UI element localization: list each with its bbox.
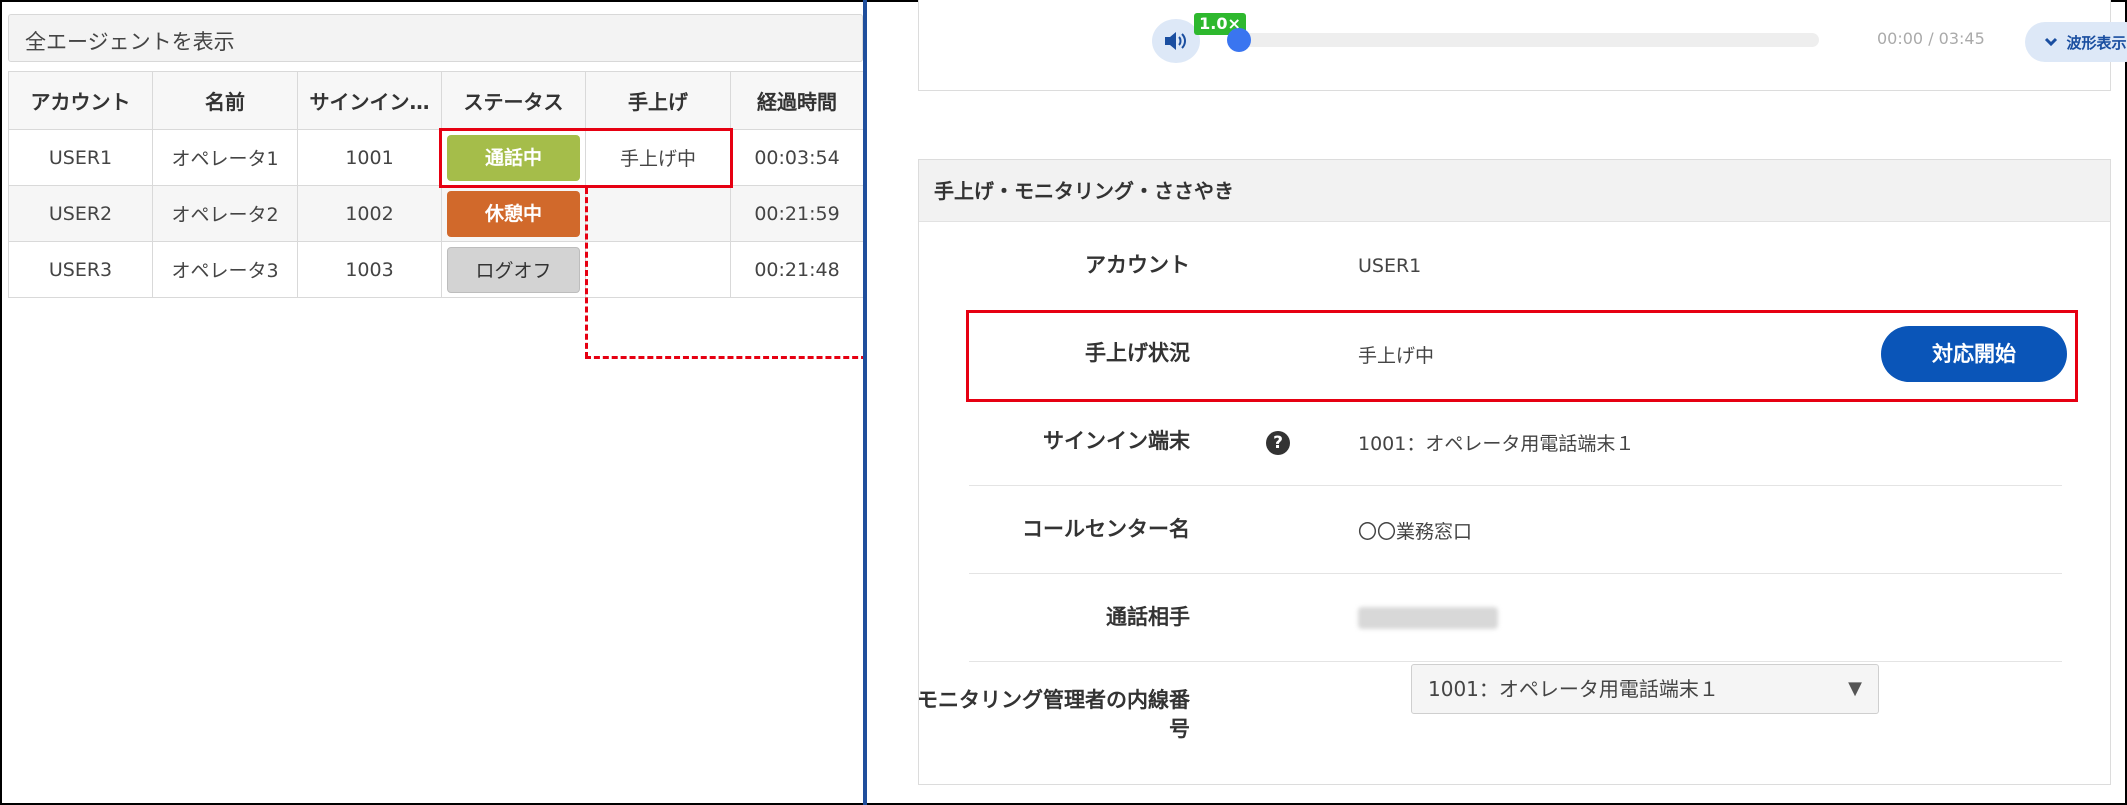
- column-header-name[interactable]: 名前: [152, 71, 298, 130]
- monitor-extension-value: 1001：オペレータ用電話端末１: [1428, 677, 1719, 701]
- volume-icon: [1165, 32, 1186, 50]
- cell-elapsed: 00:21:59: [730, 185, 864, 242]
- callcenter-value: 〇〇業務窓口: [1358, 520, 1473, 543]
- start-response-button[interactable]: 対応開始: [1881, 326, 2067, 382]
- chevron-down-icon: [2045, 37, 2058, 47]
- status-badge: 通話中: [447, 134, 580, 181]
- waveform-label: 波形表示: [2066, 33, 2127, 52]
- cell-hand: 手上げ中: [585, 129, 731, 186]
- column-header-elapsed[interactable]: 経過時間: [730, 71, 864, 130]
- cell-account: USER1: [8, 129, 153, 186]
- cell-name: オペレータ3: [152, 241, 298, 298]
- column-header-account[interactable]: アカウント: [8, 71, 153, 130]
- cell-name: オペレータ2: [152, 185, 298, 242]
- waveform-toggle-button[interactable]: 波形表示: [2025, 22, 2127, 62]
- cell-elapsed: 00:21:48: [730, 241, 864, 298]
- cell-status: 休憩中: [441, 185, 586, 242]
- table-row[interactable]: USER2 オペレータ2 1002 休憩中 00:21:59: [8, 185, 864, 242]
- status-badge: ログオフ: [447, 246, 580, 293]
- detail-panel: 1.0× 00:00 / 03:45 波形表示 手上げ・モニタリング・ささやき …: [867, 0, 2127, 803]
- hand-status-label: 手上げ状況: [1085, 341, 1190, 366]
- cell-signin: 1001: [297, 129, 442, 186]
- monitor-extension-label: モニタリング管理者の内線番号: [917, 687, 1190, 741]
- table-row[interactable]: USER3 オペレータ3 1003 ログオフ 00:21:48: [8, 241, 864, 298]
- column-header-signin[interactable]: サインイン…: [297, 71, 442, 130]
- cell-account: USER3: [8, 241, 153, 298]
- hand-status-value: 手上げ中: [1358, 344, 1435, 367]
- agent-table: アカウント 名前 サインイン… ステータス 手上げ 経過時間 USER1 オペレ…: [8, 71, 864, 298]
- monitor-extension-select[interactable]: 1001：オペレータ用電話端末１ ▼: [1411, 664, 1879, 714]
- signin-terminal-label: サインイン端末: [1043, 429, 1190, 454]
- agent-list-panel: 全エージェントを表示 アカウント 名前 サインイン… ステータス 手上げ 経過時…: [2, 2, 965, 803]
- dropdown-caret-icon: ▼: [1848, 678, 1862, 699]
- account-value: USER1: [1358, 255, 1422, 277]
- cell-account: USER2: [8, 185, 153, 242]
- column-header-status[interactable]: ステータス: [441, 71, 586, 130]
- monitoring-title: 手上げ・モニタリング・ささやき: [919, 160, 2110, 222]
- signin-terminal-row: サインイン端末 ? 1001：オペレータ用電話端末１: [969, 398, 2062, 486]
- cell-signin: 1002: [297, 185, 442, 242]
- table-header-row: アカウント 名前 サインイン… ステータス 手上げ 経過時間: [8, 71, 864, 130]
- seek-bar[interactable]: [1235, 33, 1819, 47]
- call-partner-value: [1358, 574, 1498, 662]
- cell-signin: 1003: [297, 241, 442, 298]
- account-label: アカウント: [1085, 253, 1190, 278]
- arrow-line-vertical: [585, 188, 588, 358]
- agent-filter-dropdown[interactable]: 全エージェントを表示: [8, 14, 863, 62]
- monitoring-card: 手上げ・モニタリング・ささやき アカウント USER1 手上げ状況 手上げ中 サ…: [917, 159, 2111, 785]
- call-partner-label: 通話相手: [1106, 605, 1190, 630]
- callcenter-label: コールセンター名: [1022, 517, 1190, 542]
- playback-time: 00:00 / 03:45: [1877, 29, 1985, 48]
- cell-hand: [585, 185, 731, 242]
- cell-name: オペレータ1: [152, 129, 298, 186]
- seek-handle[interactable]: [1227, 28, 1251, 52]
- redacted-value: [1358, 607, 1498, 629]
- table-row[interactable]: USER1 オペレータ1 1001 通話中 手上げ中 00:03:54: [8, 129, 864, 186]
- cell-status: ログオフ: [441, 241, 586, 298]
- help-icon[interactable]: ?: [1266, 431, 1290, 455]
- status-badge: 休憩中: [447, 190, 580, 237]
- agent-filter-label: 全エージェントを表示: [25, 30, 235, 54]
- account-row: アカウント USER1: [969, 222, 2062, 310]
- cell-hand: [585, 241, 731, 298]
- call-partner-row: 通話相手: [969, 574, 2062, 662]
- volume-button[interactable]: [1152, 19, 1200, 63]
- signin-terminal-value: 1001：オペレータ用電話端末１: [1358, 432, 1635, 455]
- callcenter-row: コールセンター名 〇〇業務窓口: [969, 486, 2062, 574]
- column-header-hand[interactable]: 手上げ: [585, 71, 731, 130]
- audio-player: 1.0× 00:00 / 03:45 波形表示: [918, 0, 2127, 91]
- cell-elapsed: 00:03:54: [730, 129, 864, 186]
- cell-status: 通話中: [441, 129, 586, 186]
